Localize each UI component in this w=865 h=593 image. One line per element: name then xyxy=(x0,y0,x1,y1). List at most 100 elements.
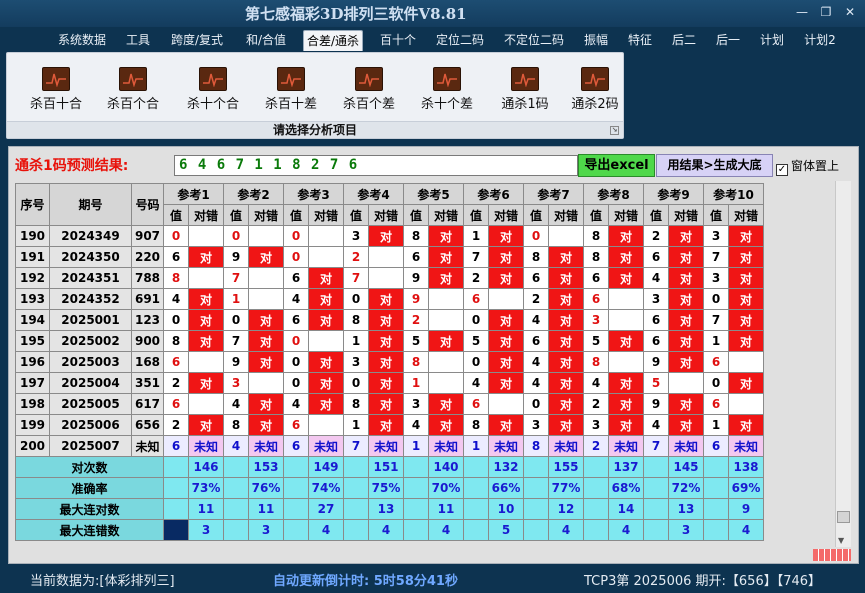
menu-item-13[interactable]: 计划 xyxy=(758,30,786,51)
ref-header-2[interactable]: 参考2 xyxy=(223,183,284,205)
table-row[interactable]: 193 2024352 691 4 对 1 4 对 0 对 9 6 2 对 6 3 对 0 对 xyxy=(15,288,764,310)
pending-value-cell: 6 xyxy=(283,435,309,457)
ribbon-button-6[interactable]: 杀十个差 xyxy=(412,63,482,112)
dialog-launcher-icon[interactable]: ↘ xyxy=(610,126,619,135)
ribbon-panel: 杀百十合 杀百个合 杀十个合 杀百十差 杀百个差 杀十个差 通杀1码 通杀2码 请选择分析项目… xyxy=(6,52,624,139)
hit-cell xyxy=(188,267,224,289)
value-cell: 1 xyxy=(403,372,429,394)
table-row[interactable]: 190 2024349 907 0 0 0 3 对 8 对 1 对 0 8 对 2 对 3 对 xyxy=(15,225,764,247)
menu-item-9[interactable]: 振幅 xyxy=(582,30,610,51)
value-subheader: 值 xyxy=(283,204,309,226)
ribbon-button-7[interactable]: 通杀1码 xyxy=(490,63,560,112)
pending-row[interactable]: 200 2025007 未知 6 未知 4 未知 6 未知 7 未知 1 未知 1 未知 8 未知 2 未知 7 未知 6… xyxy=(15,435,764,457)
checkbox-check-icon[interactable]: ✓ xyxy=(776,164,788,176)
vertical-scrollbar[interactable]: ▼ xyxy=(835,181,851,547)
hit-cell xyxy=(428,288,464,310)
summary-spacer-cell xyxy=(223,498,249,520)
menu-item-14[interactable]: 计划2 xyxy=(802,30,838,51)
value-cell: 6 xyxy=(523,267,549,289)
hit-cell: 对 xyxy=(308,372,344,394)
summary-spacer-cell xyxy=(283,519,309,541)
hit-cell: 对 xyxy=(668,351,704,373)
number-cell: 220 xyxy=(131,246,164,268)
hit-cell: 对 xyxy=(368,330,404,352)
minimize-icon[interactable]: — xyxy=(791,3,813,21)
hit-cell: 对 xyxy=(308,309,344,331)
menu-item-2[interactable]: 工具 xyxy=(124,30,152,51)
summary-value-cell: 146 xyxy=(188,456,224,478)
ribbon-button-2[interactable]: 杀百个合 xyxy=(98,63,168,112)
ribbon-button-3[interactable]: 杀十个合 xyxy=(178,63,248,112)
topmost-checkbox[interactable]: ✓ 窗体置上 xyxy=(776,157,839,176)
seq-cell: 198 xyxy=(15,393,50,415)
value-cell: 7 xyxy=(223,330,249,352)
value-subheader: 值 xyxy=(403,204,429,226)
table-row[interactable]: 191 2024350 220 6 对 9 对 0 2 6 对 7 对 8 对 8 对 6 对 7 对 xyxy=(15,246,764,268)
menu-item-6[interactable]: 百十个 xyxy=(378,30,418,51)
summary-value-cell: 155 xyxy=(548,456,584,478)
hit-cell: 对 xyxy=(668,330,704,352)
table-row[interactable]: 196 2025003 168 6 9 对 0 对 3 对 8 0 对 4 对 8 9 对 6 xyxy=(15,351,764,373)
ribbon-button-5[interactable]: 杀百个差 xyxy=(334,63,404,112)
ref-header-5[interactable]: 参考5 xyxy=(403,183,464,205)
value-cell: 4 xyxy=(523,309,549,331)
menu-item-4[interactable]: 和/合值 xyxy=(243,30,289,51)
ribbon-button-4[interactable]: 杀百十差 xyxy=(256,63,326,112)
export-excel-button[interactable]: 导出excel xyxy=(578,154,655,177)
ref-header-8[interactable]: 参考8 xyxy=(583,183,644,205)
table-row[interactable]: 195 2025002 900 8 对 7 对 0 1 对 5 对 5 对 6 对 5 对 6 对 1 对 xyxy=(15,330,764,352)
menu-item-7[interactable]: 定位二码 xyxy=(434,30,486,51)
menu-item-11[interactable]: 后二 xyxy=(670,30,698,51)
hit-cell: 对 xyxy=(668,393,704,415)
table-row[interactable]: 194 2025001 123 0 对 0 对 6 对 8 对 2 0 对 4 对 3 6 对 7 对 xyxy=(15,309,764,331)
ribbon-button-8[interactable]: 通杀2码 xyxy=(560,63,630,112)
prediction-result-field[interactable]: 6 4 6 7 1 1 8 2 7 6 xyxy=(174,155,578,176)
ref-header-1[interactable]: 参考1 xyxy=(163,183,224,205)
menu-item-5[interactable]: 合差/通杀 xyxy=(303,30,363,51)
menu-item-10[interactable]: 特征 xyxy=(626,30,654,51)
value-subheader: 值 xyxy=(523,204,549,226)
menu-item-3[interactable]: 跨度/复式 xyxy=(168,30,226,51)
summary-value-cell: 68% xyxy=(608,477,644,499)
value-cell: 0 xyxy=(463,309,489,331)
generate-base-button[interactable]: 用结果>生成大底 xyxy=(656,154,773,177)
restore-icon[interactable]: ❐ xyxy=(815,3,837,21)
summary-row: 最大连对数 11 11 27 13 11 10 12 14 13 9 xyxy=(15,498,764,520)
ref-header-9[interactable]: 参考9 xyxy=(643,183,704,205)
table-row[interactable]: 192 2024351 788 8 7 6 对 7 9 对 2 对 6 对 6 对 4 对 3 对 xyxy=(15,267,764,289)
hit-cell: 对 xyxy=(488,225,524,247)
ref-header-6[interactable]: 参考6 xyxy=(463,183,524,205)
hit-cell: 对 xyxy=(608,393,644,415)
chart-pulse-icon xyxy=(42,67,70,91)
ribbon-button-1[interactable]: 杀百十合 xyxy=(21,63,91,112)
value-cell: 9 xyxy=(643,351,669,373)
ref-header-7[interactable]: 参考7 xyxy=(523,183,584,205)
summary-value-cell: 4 xyxy=(548,519,584,541)
table-row[interactable]: 199 2025006 656 2 对 8 对 6 1 对 4 对 8 对 3 对 3 对 4 对 1 对 xyxy=(15,414,764,436)
scrollbar-thumb[interactable] xyxy=(837,511,850,523)
value-cell: 9 xyxy=(403,267,429,289)
ref-header-10[interactable]: 参考10 xyxy=(703,183,764,205)
summary-value-cell: 4 xyxy=(608,519,644,541)
value-cell: 6 xyxy=(523,330,549,352)
summary-value-cell: 3 xyxy=(248,519,284,541)
pending-status-cell: 未知 xyxy=(608,435,644,457)
scroll-down-icon[interactable]: ▼ xyxy=(838,536,844,545)
value-cell: 6 xyxy=(283,267,309,289)
table-row[interactable]: 198 2025005 617 6 4 对 4 对 8 对 3 对 6 0 对 2 对 9 对 6 xyxy=(15,393,764,415)
summary-spacer-cell xyxy=(283,477,309,499)
issue-cell: 2025001 xyxy=(49,309,132,331)
ref-header-4[interactable]: 参考4 xyxy=(343,183,404,205)
summary-spacer-cell xyxy=(223,519,249,541)
close-icon[interactable]: ✕ xyxy=(839,3,861,21)
table-row[interactable]: 197 2025004 351 2 对 3 0 对 0 对 1 4 对 4 对 4 对 5 0 对 xyxy=(15,372,764,394)
summary-value-cell: 4 xyxy=(308,519,344,541)
value-subheader: 值 xyxy=(343,204,369,226)
pending-value-cell: 8 xyxy=(523,435,549,457)
value-cell: 8 xyxy=(343,309,369,331)
menu-item-8[interactable]: 不定位二码 xyxy=(502,30,566,51)
menu-item-12[interactable]: 后一 xyxy=(714,30,742,51)
summary-spacer-cell xyxy=(163,498,189,520)
menu-item-1[interactable]: 系统数据 xyxy=(56,30,108,51)
ref-header-3[interactable]: 参考3 xyxy=(283,183,344,205)
